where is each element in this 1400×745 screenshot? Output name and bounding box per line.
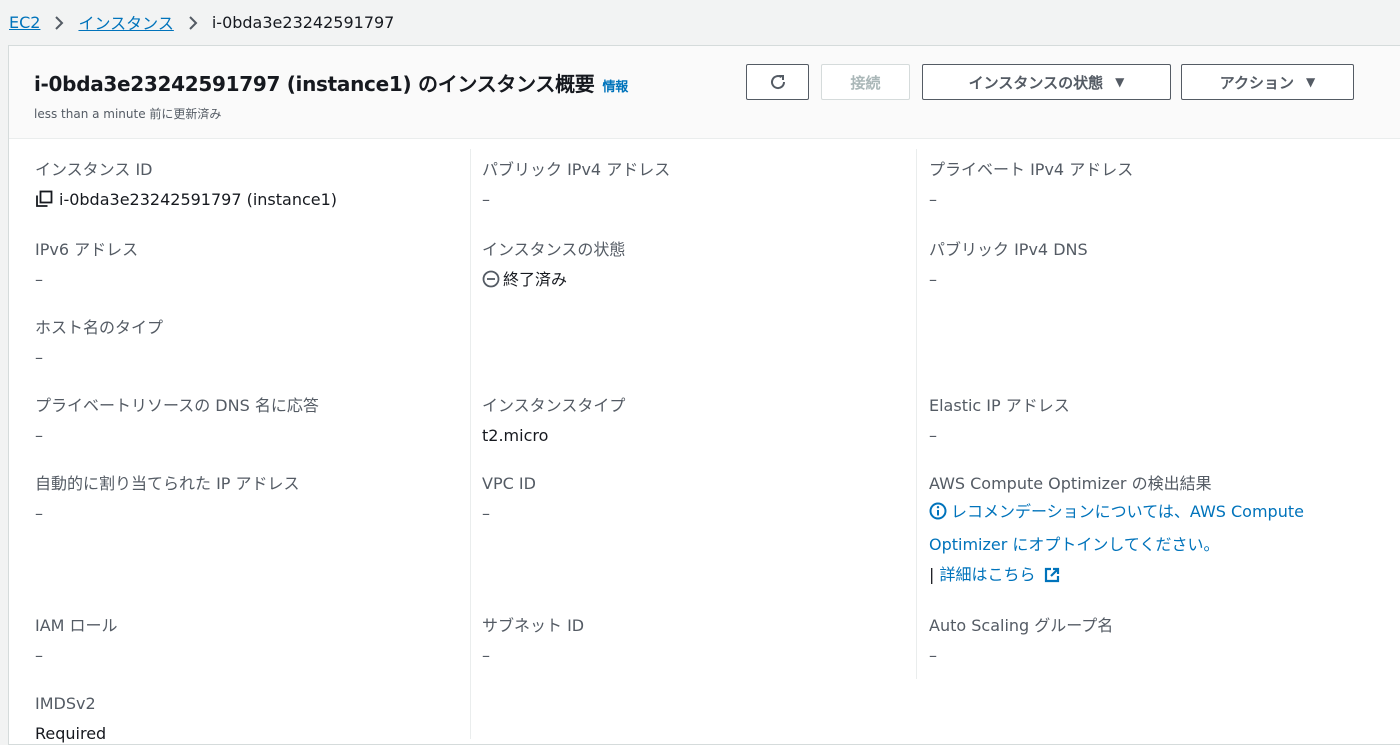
copy-icon[interactable] (35, 190, 53, 214)
field-label: 自動的に割り当てられた IP アドレス (35, 474, 300, 493)
connect-button-label: 接続 (850, 73, 881, 92)
optimizer-opt-in-link[interactable]: レコメンデーションについては、AWS Compute Optimizer にオプ… (929, 497, 1369, 560)
learn-more-label: 詳細はこちら (939, 565, 1036, 584)
field-label: IMDSv2 (35, 694, 96, 713)
breadcrumb-instances-link[interactable]: インスタンス (78, 10, 173, 34)
field-elastic-ip: Elastic IP アドレス – (929, 395, 1070, 447)
info-circle-icon (929, 500, 947, 530)
field-value: – (35, 270, 43, 289)
field-label: パブリック IPv4 アドレス (482, 160, 671, 179)
field-label: Auto Scaling グループ名 (929, 616, 1114, 635)
field-value: – (482, 190, 490, 209)
instance-state-value: 終了済み (503, 270, 568, 289)
field-instance-type: インスタンスタイプ t2.micro (482, 395, 625, 447)
field-public-ipv4: パブリック IPv4 アドレス – (482, 159, 670, 211)
panel-header: i-0bda3e23242591797 (instance1) のインスタンス概… (9, 46, 1400, 139)
field-label: ホスト名のタイプ (35, 318, 164, 337)
field-value: – (929, 190, 937, 209)
field-label: サブネット ID (482, 616, 585, 635)
column-divider (470, 149, 471, 739)
instance-id-value: i-0bda3e23242591797 (instance1) (59, 190, 338, 209)
field-subnet-id: サブネット ID – (482, 615, 584, 667)
field-value: 終了済み (482, 269, 625, 294)
field-value: t2.micro (482, 426, 549, 445)
caret-down-icon: ▼ (1115, 75, 1125, 89)
column-divider (916, 149, 917, 679)
field-value: – (35, 348, 43, 367)
field-value: – (35, 426, 43, 445)
breadcrumb-ec2-link[interactable]: EC2 (9, 13, 40, 32)
field-value: – (929, 646, 937, 665)
details-grid: インスタンス ID i-0bda3e23242591797 (instance1… (9, 139, 1400, 743)
breadcrumb: EC2 インスタンス i-0bda3e23242591797 (9, 8, 394, 36)
field-public-dns: パブリック IPv4 DNS – (929, 239, 1088, 291)
field-private-dns-answer: プライベートリソースの DNS 名に応答 – (35, 395, 319, 447)
field-private-ipv4: プライベート IPv4 アドレス – (929, 159, 1133, 211)
refresh-button[interactable] (746, 64, 809, 100)
info-link[interactable]: 情報 (603, 80, 629, 95)
field-instance-id: インスタンス ID i-0bda3e23242591797 (instance1… (35, 159, 337, 214)
field-value: – (482, 646, 490, 665)
field-value: – (929, 426, 937, 445)
caret-down-icon: ▼ (1306, 75, 1316, 89)
field-label: インスタンスタイプ (482, 396, 626, 415)
chevron-right-icon (174, 13, 212, 32)
separator: | (929, 565, 935, 584)
field-label: IAM ロール (35, 616, 118, 635)
chevron-right-icon (40, 13, 78, 32)
instance-state-dropdown-label: インスタンスの状態 (968, 73, 1104, 92)
field-vpc-id: VPC ID – (482, 473, 536, 525)
optimizer-message: レコメンデーションについては、AWS Compute Optimizer にオプ… (929, 502, 1304, 554)
connect-button[interactable]: 接続 (821, 64, 910, 100)
optimizer-details-row: | 詳細はこちら (929, 560, 1369, 593)
learn-more-link[interactable]: 詳細はこちら (939, 565, 1065, 584)
field-label: プライベートリソースの DNS 名に応答 (35, 396, 319, 415)
actions-dropdown[interactable]: アクション ▼ (1181, 64, 1354, 100)
field-value: Required (35, 724, 107, 743)
external-link-icon (1044, 563, 1060, 593)
field-label: インスタンス ID (35, 160, 153, 179)
refresh-icon (770, 75, 785, 90)
field-label: IPv6 アドレス (35, 240, 139, 259)
field-label: VPC ID (482, 474, 536, 493)
stopped-status-icon (482, 270, 500, 294)
field-label: プライベート IPv4 アドレス (929, 160, 1134, 179)
page-title: i-0bda3e23242591797 (instance1) のインスタンス概… (34, 68, 628, 97)
field-auto-ip: 自動的に割り当てられた IP アドレス – (35, 473, 300, 525)
field-label: パブリック IPv4 DNS (929, 240, 1088, 259)
field-compute-optimizer: AWS Compute Optimizer の検出結果 レコメンデーションについ… (929, 473, 1369, 593)
field-value: – (929, 270, 937, 289)
actions-dropdown-label: アクション (1219, 73, 1295, 92)
field-value: – (35, 504, 43, 523)
field-instance-state: インスタンスの状態 終了済み (482, 239, 625, 294)
field-label: AWS Compute Optimizer の検出結果 (929, 474, 1212, 493)
last-updated-text: less than a minute 前に更新済み (34, 107, 222, 121)
instance-summary-panel: i-0bda3e23242591797 (instance1) のインスタンス概… (8, 45, 1400, 745)
field-label: インスタンスの状態 (482, 240, 626, 259)
page-title-text: i-0bda3e23242591797 (instance1) のインスタンス概… (34, 72, 595, 96)
field-label: Elastic IP アドレス (929, 396, 1070, 415)
field-value: – (35, 646, 43, 665)
field-value: – (482, 504, 490, 523)
instance-state-dropdown[interactable]: インスタンスの状態 ▼ (922, 64, 1171, 100)
field-asg-name: Auto Scaling グループ名 – (929, 615, 1113, 667)
field-value: i-0bda3e23242591797 (instance1) (35, 189, 337, 214)
field-hostname-type: ホスト名のタイプ – (35, 317, 163, 369)
field-ipv6: IPv6 アドレス – (35, 239, 138, 291)
field-iam-role: IAM ロール – (35, 615, 118, 667)
field-imdsv2: IMDSv2 Required (35, 693, 106, 745)
breadcrumb-current: i-0bda3e23242591797 (211, 12, 395, 32)
